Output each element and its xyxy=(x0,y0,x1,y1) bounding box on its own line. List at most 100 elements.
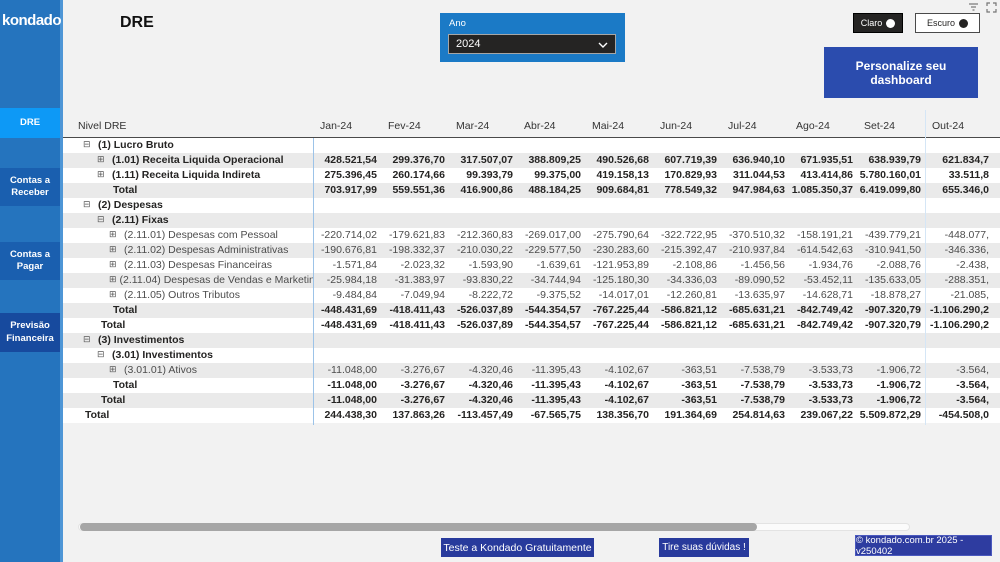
table-row: Total244.438,30137.863,26-113.457,49-67.… xyxy=(63,408,1000,423)
theme-light-label: Claro xyxy=(861,18,883,28)
focus-mode-icon[interactable] xyxy=(986,2,997,13)
table-row: ⊞(2.11.02) Despesas Administrativas-190.… xyxy=(63,243,1000,258)
value-cell xyxy=(789,348,857,363)
expand-icon[interactable]: ⊞ xyxy=(109,363,121,378)
column-header-month: Mar-24 xyxy=(449,120,517,132)
row-label: (2.11.04) Despesas de Vendas e Marketing xyxy=(120,273,313,288)
value-cell: -11.048,00 xyxy=(313,393,381,408)
value-cell: -4.320,46 xyxy=(449,378,517,393)
collapse-icon[interactable]: ⊟ xyxy=(83,138,95,153)
value-cell: -9.484,84 xyxy=(313,288,381,303)
expand-icon[interactable]: ⊞ xyxy=(97,153,109,168)
column-header-month: Ago-24 xyxy=(789,120,857,132)
row-label: (2.11.05) Outros Tributos xyxy=(124,288,240,303)
value-cell: -767.225,44 xyxy=(585,303,653,318)
value-cell xyxy=(585,333,653,348)
value-cell: -3.276,67 xyxy=(381,378,449,393)
value-cell: -288.351, xyxy=(925,273,993,288)
slicer-label: Ano xyxy=(449,18,466,29)
value-cell xyxy=(653,333,721,348)
year-dropdown[interactable]: 2024 xyxy=(448,34,616,54)
dark-toggle-dot-icon xyxy=(959,19,968,28)
sidebar-item-contas-a-pagar[interactable]: Contas a Pagar xyxy=(0,242,60,280)
value-cell: -7.049,94 xyxy=(381,288,449,303)
value-cell: -1.456,56 xyxy=(721,258,789,273)
help-button[interactable]: Tire suas dúvidas ! xyxy=(659,538,749,557)
value-cell: -3.276,67 xyxy=(381,363,449,378)
sidebar-item-previsao-financeira[interactable]: Previsão Financeira xyxy=(0,313,60,352)
value-cell xyxy=(585,138,653,153)
personalize-dashboard-button[interactable]: Personalize seu dashboard xyxy=(824,47,978,98)
table-row: Total703.917,99559.551,36416.900,86488.1… xyxy=(63,183,1000,198)
row-header-cell: Total xyxy=(63,303,313,318)
sidebar-item-label: Contas a Pagar xyxy=(0,249,60,274)
collapse-icon[interactable]: ⊟ xyxy=(83,333,95,348)
value-cell: -13.635,97 xyxy=(721,288,789,303)
value-cell xyxy=(789,213,857,228)
row-label: Total xyxy=(113,378,137,393)
value-cell xyxy=(925,213,993,228)
expand-icon[interactable]: ⊞ xyxy=(97,168,109,183)
value-cell: -2.108,86 xyxy=(653,258,721,273)
value-cell: -454.508,0 xyxy=(925,408,993,423)
table-row: ⊟(1) Lucro Bruto xyxy=(63,138,1000,153)
collapse-icon[interactable]: ⊟ xyxy=(97,213,109,228)
filter-icon[interactable] xyxy=(968,2,979,12)
value-cell: -2.438, xyxy=(925,258,993,273)
value-cell: 488.184,25 xyxy=(517,183,585,198)
value-cell: -1.934,76 xyxy=(789,258,857,273)
row-label: Total xyxy=(113,303,137,318)
sidebar-item-label: DRE xyxy=(20,117,40,129)
chevron-down-icon xyxy=(598,42,608,48)
value-cell: 311.044,53 xyxy=(721,168,789,183)
sidebar-item-contas-a-receber[interactable]: Contas a Receber xyxy=(0,168,60,206)
column-header-nivel-dre: Nivel DRE xyxy=(63,120,313,132)
value-cell xyxy=(653,213,721,228)
value-cell: 191.364,69 xyxy=(653,408,721,423)
expand-icon[interactable]: ⊞ xyxy=(109,273,117,288)
value-cell: -586.821,12 xyxy=(653,318,721,333)
page-title: DRE xyxy=(120,14,154,32)
row-label: Total xyxy=(113,183,137,198)
value-cell: -8.222,72 xyxy=(449,288,517,303)
value-cell: -11.395,43 xyxy=(517,363,585,378)
row-header-cell: Total xyxy=(63,408,313,423)
collapse-icon[interactable]: ⊟ xyxy=(83,198,95,213)
value-cell xyxy=(789,138,857,153)
collapse-icon[interactable]: ⊟ xyxy=(97,348,109,363)
sidebar-item-dre[interactable]: DRE xyxy=(0,108,60,138)
expand-icon[interactable]: ⊞ xyxy=(109,288,121,303)
value-cell: -322.722,95 xyxy=(653,228,721,243)
table-row: ⊟(2) Despesas xyxy=(63,198,1000,213)
sidebar-item-label: Previsão Financeira xyxy=(0,320,60,345)
expand-icon[interactable]: ⊞ xyxy=(109,258,121,273)
value-cell: -3.564, xyxy=(925,378,993,393)
value-cell: -4.102,67 xyxy=(585,393,653,408)
trial-button[interactable]: Teste a Kondado Gratuitamente xyxy=(441,538,594,557)
value-cell: -1.593,90 xyxy=(449,258,517,273)
value-cell: 413.414,86 xyxy=(789,168,857,183)
row-header-cell: Total xyxy=(63,378,313,393)
value-cell xyxy=(789,333,857,348)
value-cell: -34.744,94 xyxy=(517,273,585,288)
personalize-label: Personalize seu dashboard xyxy=(824,59,978,87)
sidebar: kondado DRE Contas a Receber Contas a Pa… xyxy=(0,0,63,562)
value-cell xyxy=(381,198,449,213)
expand-icon[interactable]: ⊞ xyxy=(109,243,121,258)
value-cell xyxy=(449,213,517,228)
value-cell: -113.457,49 xyxy=(449,408,517,423)
value-cell xyxy=(721,348,789,363)
value-cell xyxy=(857,198,925,213)
column-header-month: Jul-24 xyxy=(721,120,789,132)
copyright-badge: © kondado.com.br 2025 - v250402 xyxy=(855,535,992,556)
value-cell: 33.511,8 xyxy=(925,168,993,183)
table-row: Total-11.048,00-3.276,67-4.320,46-11.395… xyxy=(63,378,1000,393)
theme-light-button[interactable]: Claro xyxy=(853,13,903,33)
value-cell: -4.320,46 xyxy=(449,363,517,378)
copyright-text: © kondado.com.br 2025 - v250402 xyxy=(856,535,991,557)
value-cell: -448.431,69 xyxy=(313,318,381,333)
horizontal-scrollbar-thumb[interactable] xyxy=(80,523,757,531)
row-label: (2.11) Fixas xyxy=(112,213,169,228)
theme-dark-button[interactable]: Escuro xyxy=(915,13,980,33)
expand-icon[interactable]: ⊞ xyxy=(109,228,121,243)
